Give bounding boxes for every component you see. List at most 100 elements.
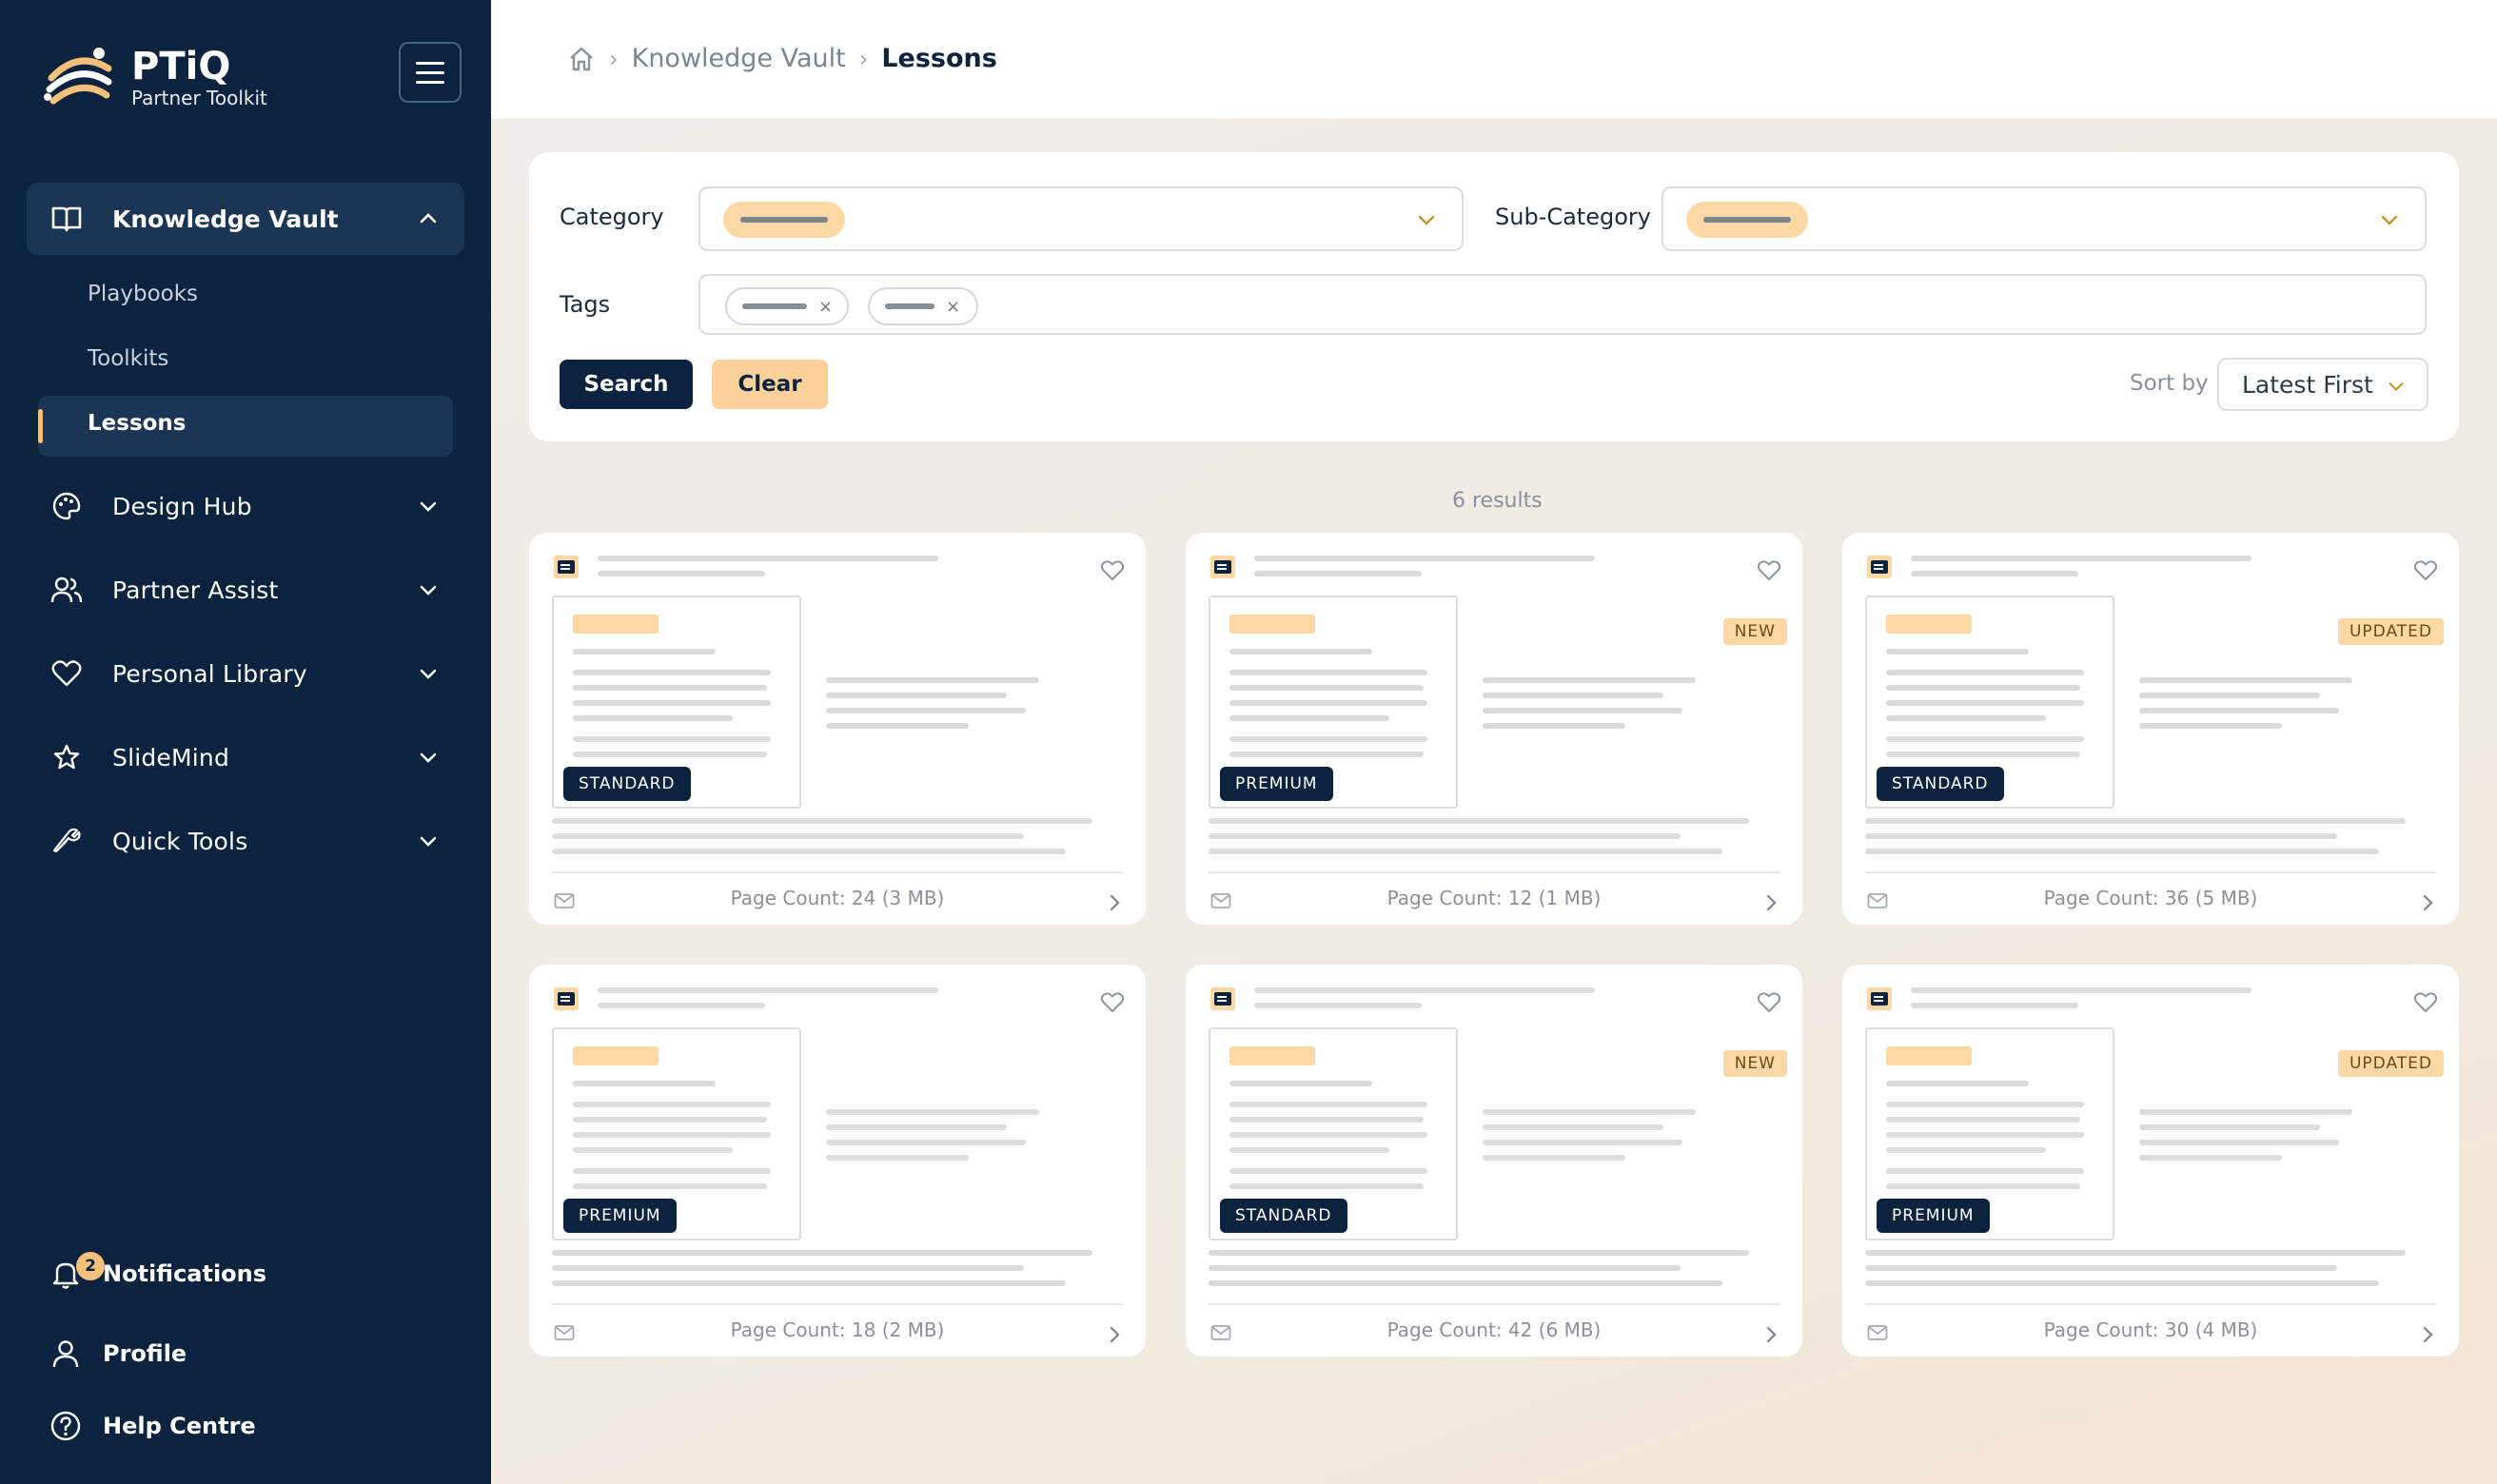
remove-tag-icon[interactable]: × xyxy=(818,297,833,317)
status-badge: NEW xyxy=(1722,618,1787,645)
document-thumbnail: PREMIUM xyxy=(552,1027,801,1240)
profile-label: Profile xyxy=(103,1340,187,1367)
breadcrumb-current: Lessons xyxy=(881,44,997,73)
sidebar-item-design-hub[interactable]: Design Hub xyxy=(27,470,464,542)
sidebar-item-slidemind[interactable]: SlideMind xyxy=(27,721,464,793)
document-thumbnail: PREMIUM xyxy=(1865,1027,2114,1240)
preview-line xyxy=(826,1140,1026,1145)
favorite-heart-icon[interactable] xyxy=(2413,559,2438,582)
status-badge: UPDATED xyxy=(2337,618,2444,645)
selected-subcategory-chip xyxy=(1686,202,1808,238)
favorite-heart-icon[interactable] xyxy=(1100,559,1125,582)
favorite-heart-icon[interactable] xyxy=(1100,991,1125,1014)
app-logo[interactable]: PTiQ Partner Toolkit xyxy=(42,40,267,114)
card-subtitle-placeholder xyxy=(598,1003,765,1008)
preview-line xyxy=(2139,1155,2282,1161)
sidebar-item-knowledge-vault[interactable]: Knowledge Vault xyxy=(27,183,464,255)
description-line xyxy=(1209,818,1749,824)
chevron-right-icon[interactable] xyxy=(1106,1324,1123,1345)
card-title-placeholder xyxy=(1254,987,1595,993)
sort-select[interactable]: Latest First xyxy=(2217,358,2428,411)
lesson-card[interactable]: PREMIUM Page Count: 18 (2 MB) xyxy=(529,965,1146,1357)
sidebar: PTiQ Partner Toolkit Knowledge Vault Pla… xyxy=(0,0,491,1484)
sidebar-item-quick-tools[interactable]: Quick Tools xyxy=(27,805,464,877)
page-count: Page Count: 30 (4 MB) xyxy=(2043,1318,2258,1341)
menu-icon xyxy=(416,61,444,65)
document-thumbnail: STANDARD xyxy=(1209,1027,1458,1240)
chevron-right-icon[interactable] xyxy=(1106,892,1123,913)
menu-toggle-button[interactable] xyxy=(399,42,462,103)
results-count: 6 results xyxy=(1452,489,1543,513)
tag-chip[interactable]: × xyxy=(725,287,849,325)
page-count: Page Count: 24 (3 MB) xyxy=(730,887,945,909)
card-subtitle-placeholder xyxy=(598,571,765,576)
profile-link[interactable]: Profile xyxy=(49,1338,187,1370)
page-count: Page Count: 18 (2 MB) xyxy=(730,1318,945,1341)
tier-badge: STANDARD xyxy=(563,767,691,801)
description-line xyxy=(1209,1265,1681,1271)
card-title-placeholder xyxy=(1911,987,2251,993)
chevron-down-icon xyxy=(420,752,437,763)
category-label: Category xyxy=(560,204,664,230)
tag-chip[interactable]: × xyxy=(868,287,978,325)
card-divider xyxy=(552,1303,1123,1305)
sidebar-item-label: Design Hub xyxy=(112,492,252,520)
preview-line xyxy=(1483,1109,1696,1115)
sidebar-item-lessons[interactable]: Lessons xyxy=(88,411,187,436)
sidebar-item-label: SlideMind xyxy=(112,743,230,771)
lesson-card[interactable]: PREMIUM NEW Page Count: 12 (1 MB) xyxy=(1186,533,1802,925)
document-thumbnail: STANDARD xyxy=(1865,596,2114,809)
card-title-placeholder xyxy=(598,987,938,993)
favorite-heart-icon[interactable] xyxy=(1757,559,1781,582)
tags-input[interactable]: × × xyxy=(698,274,2427,335)
favorite-heart-icon[interactable] xyxy=(2413,991,2438,1014)
clear-button[interactable]: Clear xyxy=(712,360,828,409)
category-select[interactable] xyxy=(698,186,1464,251)
sidebar-item-personal-library[interactable]: Personal Library xyxy=(27,637,464,710)
tags-label: Tags xyxy=(560,291,611,318)
logo-icon xyxy=(42,40,116,114)
top-bar: › Knowledge Vault › Lessons xyxy=(491,0,2497,119)
document-thumbnail: PREMIUM xyxy=(1209,596,1458,809)
page-count: Page Count: 36 (5 MB) xyxy=(2043,887,2258,909)
remove-tag-icon[interactable]: × xyxy=(946,297,960,317)
chevron-right-icon[interactable] xyxy=(1762,892,1779,913)
page-count: Page Count: 42 (6 MB) xyxy=(1386,1318,1602,1341)
lesson-card[interactable]: STANDARD NEW Page Count: 42 (6 MB) xyxy=(1186,965,1802,1357)
lesson-card[interactable]: STANDARD UPDATED Page Count: 36 (5 MB) xyxy=(1842,533,2459,925)
home-icon[interactable] xyxy=(567,45,596,73)
sidebar-item-playbooks[interactable]: Playbooks xyxy=(88,282,198,306)
chevron-right-icon[interactable] xyxy=(2419,1324,2436,1345)
favorite-heart-icon[interactable] xyxy=(1757,991,1781,1014)
chevron-right-icon[interactable] xyxy=(2419,892,2436,913)
breadcrumb-knowledge-vault[interactable]: Knowledge Vault xyxy=(632,44,846,73)
description-line xyxy=(1865,833,2337,839)
help-centre-link[interactable]: Help Centre xyxy=(49,1410,256,1442)
search-button[interactable]: Search xyxy=(560,360,693,409)
lesson-card[interactable]: STANDARD Page Count: 24 (3 MB) xyxy=(529,533,1146,925)
sidebar-item-label: Partner Assist xyxy=(112,576,279,604)
card-title-placeholder xyxy=(1911,556,2251,561)
description-line xyxy=(552,818,1092,824)
chevron-down-icon xyxy=(420,501,437,512)
card-subtitle-placeholder xyxy=(1911,571,2078,576)
sidebar-item-partner-assist[interactable]: Partner Assist xyxy=(27,554,464,626)
subcategory-select[interactable] xyxy=(1661,186,2427,251)
user-icon xyxy=(52,1340,79,1368)
document-icon xyxy=(554,556,579,578)
lesson-card[interactable]: PREMIUM UPDATED Page Count: 30 (4 MB) xyxy=(1842,965,2459,1357)
active-indicator xyxy=(38,409,43,443)
description-line xyxy=(1865,1280,2379,1286)
description-line xyxy=(1209,849,1722,854)
description-line xyxy=(1865,1250,2406,1256)
chevron-down-icon xyxy=(2381,215,2398,225)
sidebar-item-label: Personal Library xyxy=(112,659,307,688)
sidebar-item-toolkits[interactable]: Toolkits xyxy=(88,346,168,371)
tier-badge: PREMIUM xyxy=(563,1199,677,1233)
status-badge: UPDATED xyxy=(2337,1050,2444,1077)
preview-line xyxy=(1483,1124,1663,1130)
chevron-down-icon xyxy=(420,836,437,847)
card-subtitle-placeholder xyxy=(1911,1003,2078,1008)
star-icon xyxy=(49,740,84,774)
chevron-right-icon[interactable] xyxy=(1762,1324,1779,1345)
